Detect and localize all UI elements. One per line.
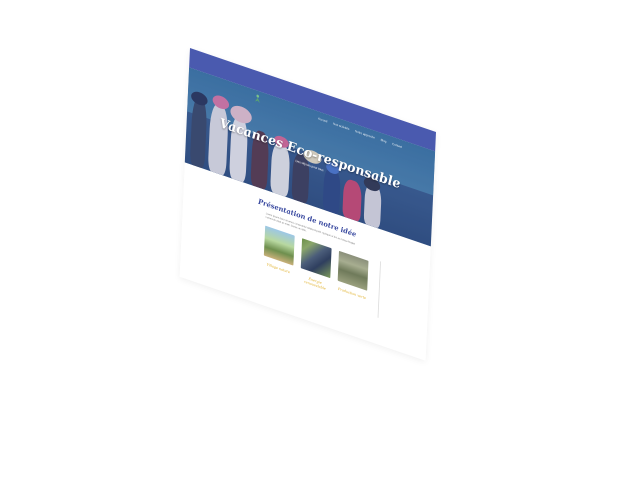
solar-panel-image [300,238,332,279]
nav-item-accueil[interactable]: Accueil [318,117,327,124]
feature-card-village[interactable]: Village nature [263,225,295,276]
feature-card-production[interactable]: Production verte [337,250,369,301]
village-image [263,225,295,266]
garden-image [337,250,369,291]
tilted-website-mockup: Accueil Nos activités Notre approche Blo… [179,48,436,361]
nav-item-blog[interactable]: Blog [381,138,387,143]
feature-card-energie[interactable]: Énergie renouvelable [300,238,332,292]
nav-item-activites[interactable]: Nos activités [333,122,349,131]
screenshot-stage: Accueil Nos activités Notre approche Blo… [0,0,640,480]
nav-item-approche[interactable]: Notre approche [355,129,375,139]
nav-item-contact[interactable]: Contact [392,142,402,149]
feature-cards: Village nature Énergie renouvelable Prod… [263,225,372,315]
right-divider [377,261,381,318]
